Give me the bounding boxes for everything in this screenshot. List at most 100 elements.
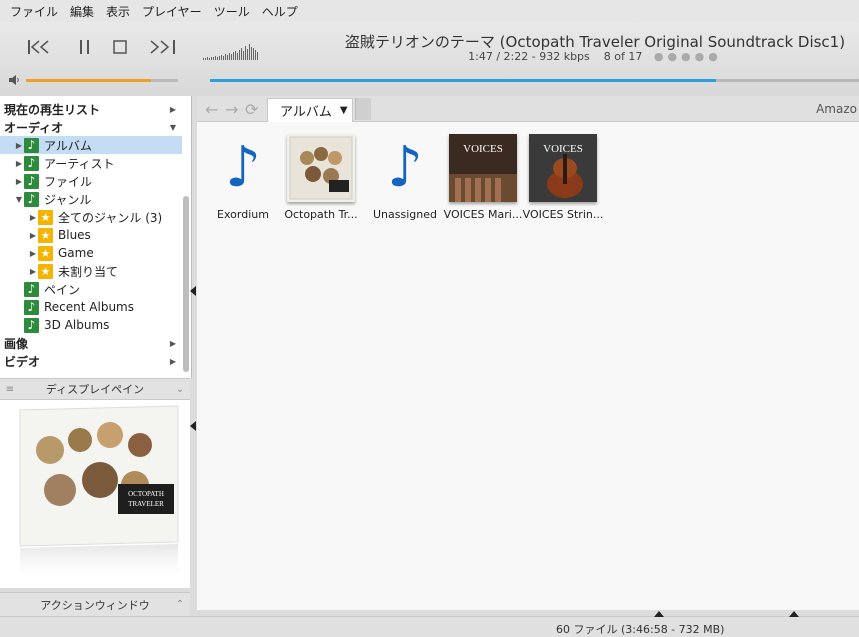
forward-arrow-icon[interactable]: → [225, 100, 238, 119]
note-icon: ♪ [24, 155, 39, 171]
volume-icon[interactable] [8, 74, 20, 86]
library-tree: 現在の再生リスト ▶ オーディオ ▼ ▶ ♪ アルバム ▶ ♪ アーティスト ▶ ♪ ファイル ▼ ♪ ジャン… [0, 96, 192, 378]
chevron-right-icon[interactable]: ▶ [28, 213, 38, 222]
chevron-right-icon[interactable]: ▶ [170, 339, 176, 348]
tree-item-label: Game [58, 246, 94, 260]
transport-bar: 盗賊テリオンのテーマ (Octopath Traveler Original S… [0, 22, 859, 96]
tree-item[interactable]: ♪ 3D Albums [0, 316, 182, 334]
tree-item[interactable]: ▶ ♪ アルバム [0, 136, 182, 154]
menu-edit[interactable]: 編集 [64, 3, 100, 20]
menu-file[interactable]: ファイル [4, 3, 64, 20]
menu-tools[interactable]: ツール [208, 3, 256, 20]
tree-item[interactable]: ♪ Recent Albums [0, 298, 182, 316]
stop-button[interactable] [112, 36, 128, 58]
tree-item-label: 現在の再生リスト [4, 102, 101, 117]
chevron-right-icon[interactable]: ▶ [14, 177, 24, 186]
pause-button[interactable] [77, 36, 93, 58]
tree-item[interactable]: ▶ ★ 全てのジャンル (3) [0, 208, 182, 226]
menu-view[interactable]: 表示 [100, 3, 136, 20]
chevron-right-icon[interactable]: ▶ [14, 159, 24, 168]
rating-dots[interactable]: ●●●●● [654, 50, 722, 63]
tree-scrollbar[interactable] [183, 196, 189, 372]
chevron-up-icon[interactable]: ⌃ [170, 599, 190, 610]
splitter-handle-icon[interactable] [789, 611, 799, 617]
amazon-tab[interactable]: Amazo [816, 102, 857, 116]
album-caption: VOICES Strin... [522, 208, 604, 221]
seek-progress [210, 79, 717, 82]
tree-item-label: 未割り当て [58, 264, 119, 279]
tree-item-label: アーティスト [44, 156, 115, 171]
chevron-down-icon[interactable]: ▼ [14, 195, 24, 204]
view-label: アルバム [280, 105, 332, 120]
display-pane-label: ディスプレイペイン [45, 383, 145, 396]
pane-menu-icon[interactable]: ≡ [0, 384, 20, 395]
album-item[interactable]: VOICES VOICES Strin... [521, 134, 603, 234]
album-caption: Exordium [217, 208, 269, 221]
chevron-right-icon[interactable]: ▶ [170, 105, 176, 114]
album-item[interactable]: ♪ Exordium [201, 134, 281, 234]
chevron-right-icon[interactable]: ▶ [170, 357, 176, 366]
pause-icon [80, 40, 89, 54]
note-icon: ♪ [24, 137, 39, 153]
view-toolbar: ← → ⟳ アルバム ▼ Amazo [197, 96, 859, 122]
note-icon: ♪ [24, 299, 39, 315]
tree-item[interactable]: ▶ ★ Blues [0, 226, 182, 244]
tree-item[interactable]: ♪ ペイン [0, 280, 182, 298]
tree-item-label: ジャンル [44, 192, 92, 207]
tree-item[interactable]: ▶ ★ Game [0, 244, 182, 262]
tree-item-label: オーディオ [4, 120, 64, 135]
splitter-handle-icon[interactable] [654, 611, 664, 617]
chevron-down-icon[interactable]: ▼ [170, 123, 176, 132]
splitter-handle-icon[interactable] [190, 286, 196, 296]
album-item[interactable]: ♪ Unassigned [363, 134, 443, 234]
cover-voices-strings: VOICES [529, 134, 597, 202]
tree-item[interactable]: ビデオ ▶ [0, 352, 182, 370]
tree-item-label: ペイン [44, 282, 81, 297]
seek-bar[interactable] [210, 79, 859, 82]
tree-item[interactable]: 現在の再生リスト ▶ [0, 100, 182, 118]
menu-player[interactable]: プレイヤー [136, 3, 208, 20]
album-grid: ♪ Exordium Octopath Tr... ♪ Unassigned V… [197, 122, 859, 610]
note-icon: ♪ [24, 173, 39, 189]
album-item[interactable]: VOICES VOICES Mari... [441, 134, 522, 234]
next-button[interactable] [148, 36, 178, 58]
display-pane-header[interactable]: ≡ ディスプレイペイン ⌄ [0, 378, 190, 400]
chevron-down-icon[interactable]: ⌄ [170, 384, 190, 395]
refresh-icon[interactable]: ⟳ [245, 100, 258, 119]
star-icon: ★ [38, 227, 53, 243]
note-icon: ♪ [24, 281, 39, 297]
note-icon: ♪ [24, 191, 39, 207]
svg-text:OCTOPATH: OCTOPATH [128, 490, 164, 498]
previous-icon [28, 40, 49, 54]
now-playing-info: 1:47 / 2:22 - 932 kbps 8 of 17 ●●●●● [468, 50, 722, 63]
tree-item-label: 画像 [4, 336, 29, 351]
view-selector[interactable]: アルバム ▼ [267, 98, 353, 122]
chevron-right-icon[interactable]: ▶ [14, 141, 24, 150]
menu-help[interactable]: ヘルプ [256, 3, 304, 20]
tree-item[interactable]: ▶ ★ 未割り当て [0, 262, 182, 280]
back-arrow-icon[interactable]: ← [205, 100, 218, 119]
album-caption: Octopath Tr... [284, 208, 358, 221]
toolbar-separator [355, 98, 371, 120]
svg-text:VOICES: VOICES [463, 143, 503, 155]
track-bitrate: 932 kbps [539, 50, 590, 63]
tree-item[interactable]: オーディオ ▼ [0, 118, 182, 136]
album-caption: VOICES Mari... [443, 208, 523, 221]
volume-slider[interactable] [26, 79, 178, 82]
tree-item[interactable]: 画像 ▶ [0, 334, 182, 352]
album-artwork: OCTOPATH TRAVELER [19, 405, 179, 584]
tree-item[interactable]: ▶ ♪ アーティスト [0, 154, 182, 172]
tree-item-label: Blues [58, 228, 91, 242]
star-icon: ★ [38, 209, 53, 225]
chevron-right-icon[interactable]: ▶ [28, 267, 38, 276]
previous-button[interactable] [28, 36, 54, 58]
tree-item[interactable]: ▶ ♪ ファイル [0, 172, 182, 190]
album-item[interactable]: Octopath Tr... [279, 134, 359, 234]
chevron-right-icon[interactable]: ▶ [28, 249, 38, 258]
tree-item-label: 3D Albums [44, 318, 110, 332]
chevron-right-icon[interactable]: ▶ [28, 231, 38, 240]
chevron-down-icon: ▼ [339, 105, 348, 116]
splitter-handle-icon[interactable] [190, 421, 196, 431]
action-window-header[interactable]: アクションウィンドウ ⌃ [0, 592, 190, 616]
tree-item[interactable]: ▼ ♪ ジャンル [0, 190, 182, 208]
